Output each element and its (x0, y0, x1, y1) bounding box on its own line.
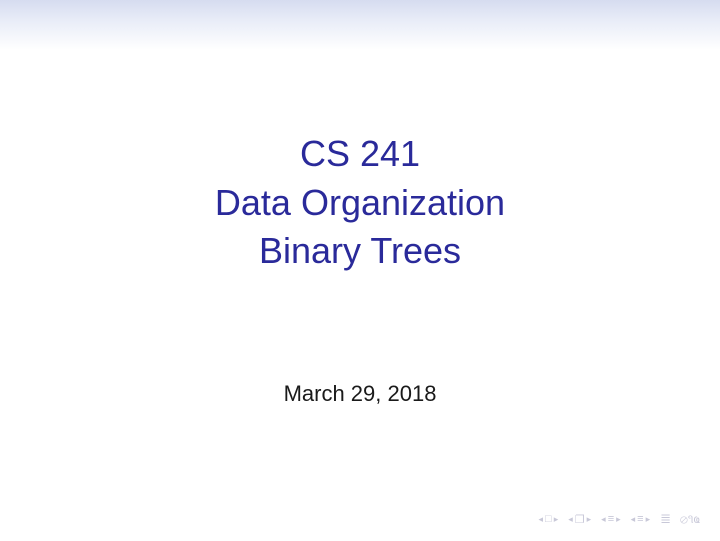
presentation-date: March 29, 2018 (284, 381, 437, 407)
back-icon: ≣ (660, 511, 670, 526)
slide-content: CS 241 Data Organization Binary Trees Ma… (0, 0, 720, 541)
title-line-3: Binary Trees (215, 227, 505, 276)
nav-subsection-icon: ≡ (608, 513, 614, 525)
beamer-nav-bar: ◂ □ ▸ ◂ ❐ ▸ ◂ ≡ ▸ ◂ ≡ ▸ ≣ ⊘૧ҩ (539, 511, 701, 527)
nav-next-icon: ▸ (616, 514, 621, 525)
nav-refresh-button[interactable]: ⊘૧ҩ (680, 512, 700, 527)
nav-section-icon: ❐ (575, 513, 585, 526)
title-line-2: Data Organization (215, 179, 505, 228)
title-line-1: CS 241 (215, 130, 505, 179)
nav-next-icon: ▸ (646, 514, 651, 525)
nav-frame-group[interactable]: ◂ □ ▸ (539, 513, 559, 525)
nav-section-group[interactable]: ◂ ❐ ▸ (568, 513, 591, 526)
nav-next-icon: ▸ (554, 514, 559, 525)
nav-back-button[interactable]: ≣ (660, 511, 670, 527)
nav-item-icon: ≡ (637, 513, 643, 525)
nav-item-group[interactable]: ◂ ≡ ▸ (631, 513, 650, 525)
nav-prev-icon: ◂ (631, 514, 636, 525)
nav-prev-icon: ◂ (601, 514, 606, 525)
nav-subsection-group[interactable]: ◂ ≡ ▸ (601, 513, 620, 525)
nav-frame-icon: □ (545, 513, 552, 525)
nav-prev-icon: ◂ (539, 514, 544, 525)
nav-prev-icon: ◂ (568, 514, 573, 525)
title-block: CS 241 Data Organization Binary Trees (215, 130, 505, 276)
nav-next-icon: ▸ (587, 514, 592, 525)
refresh-icon: ⊘૧ҩ (680, 512, 700, 526)
